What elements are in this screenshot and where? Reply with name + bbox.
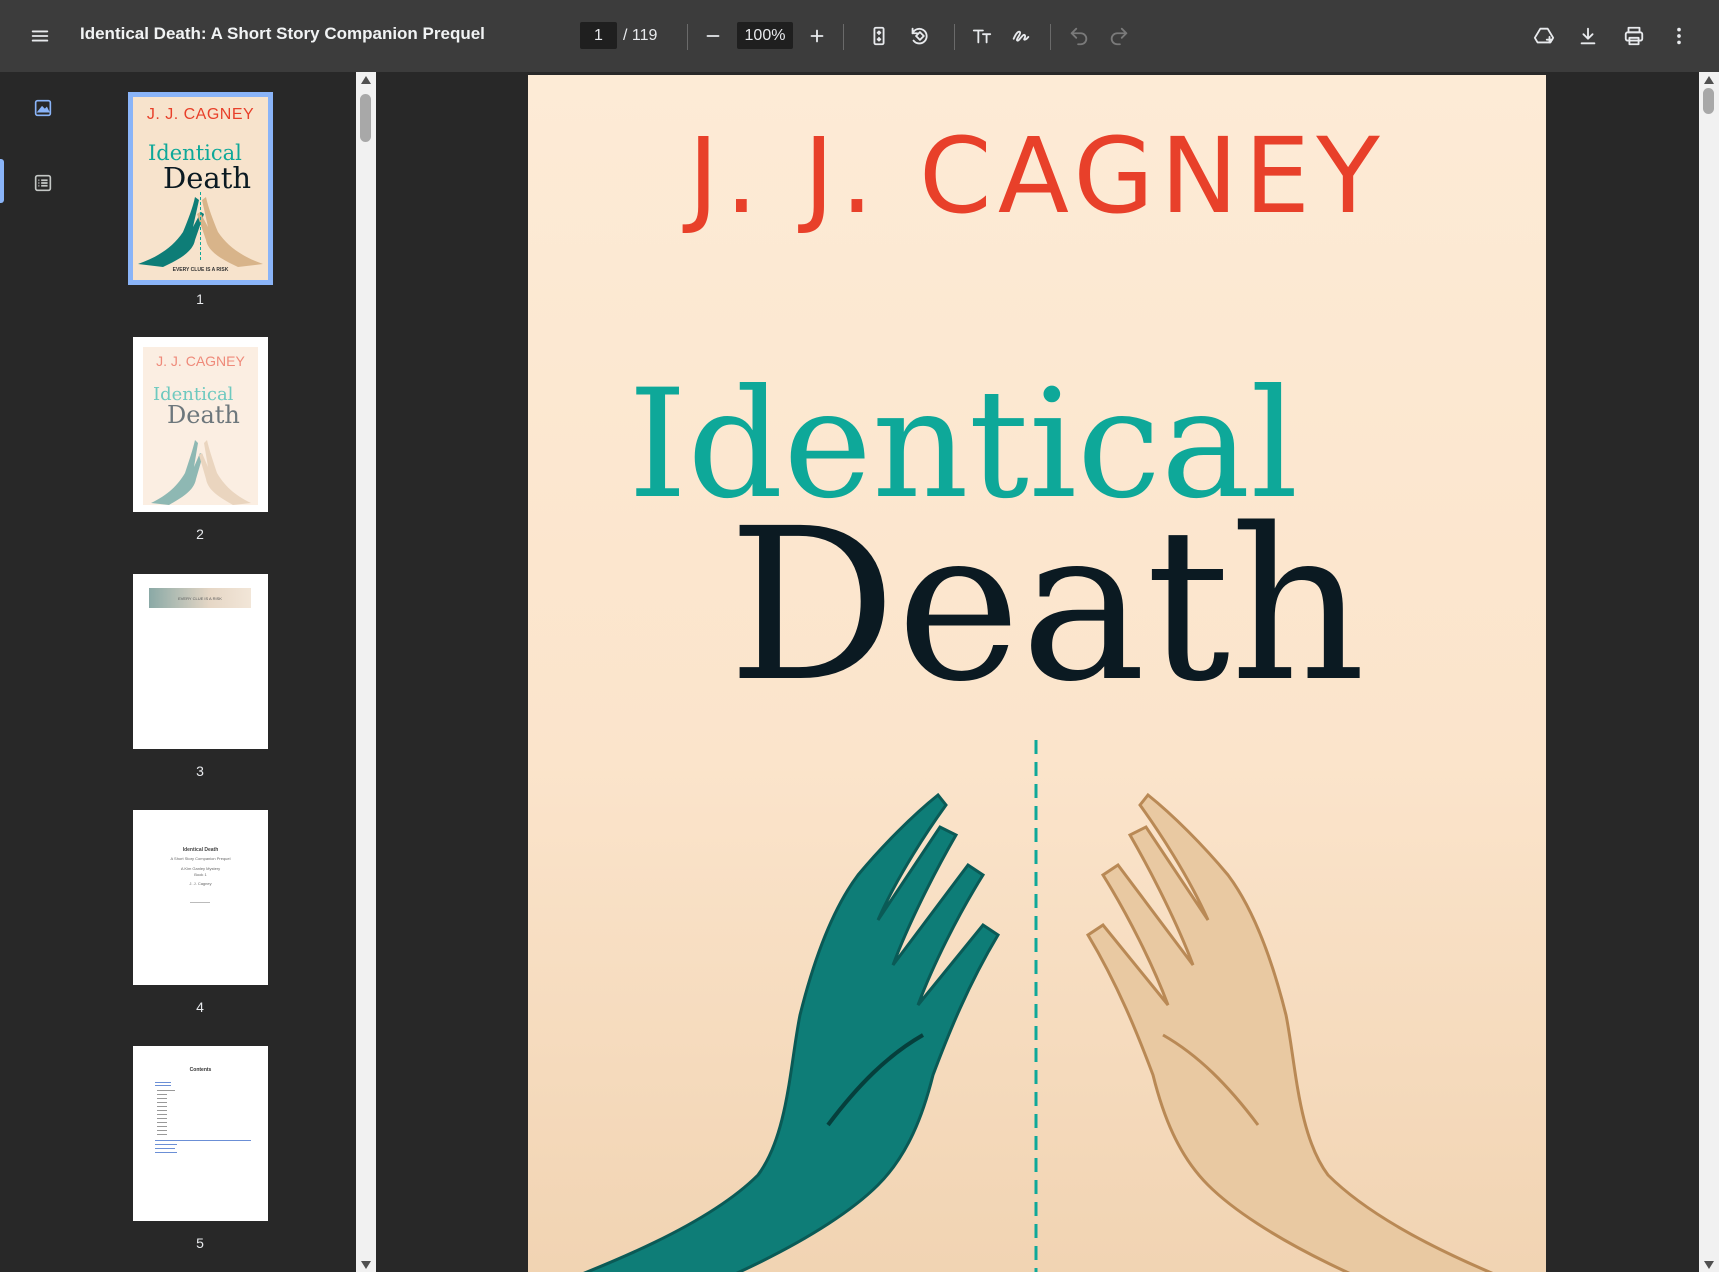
thumb-p4-title: Identical Death <box>182 847 219 853</box>
thumb-cover-author: J. J. CAGNEY <box>146 106 255 123</box>
toolbar-divider <box>1050 24 1051 50</box>
zoom-input[interactable]: 100% <box>737 22 793 49</box>
document-viewer: J. J. CAGNEY Identical Death <box>376 72 1699 1272</box>
thumb-cover-title-2: Death <box>163 161 252 195</box>
thumbnail-number: 3 <box>196 763 204 779</box>
thumbnail-page-5[interactable]: Contents <box>133 1046 268 1221</box>
download-icon[interactable] <box>1570 18 1606 54</box>
pdf-page-1: J. J. CAGNEY Identical Death <box>528 75 1546 1272</box>
thumbnail-scrollbar[interactable] <box>356 72 376 1272</box>
cover-author: J. J. CAGNEY <box>687 115 1387 237</box>
thumbnail-page-4[interactable]: Identical Death A Short Story Companion … <box>133 810 268 985</box>
hamburger-menu-icon[interactable] <box>22 18 58 54</box>
thumbnail-page-1[interactable]: J. J. CAGNEY Identical Death EVERY CLUE … <box>128 92 273 285</box>
thumb-p4-series: A Kim Ganley Mystery <box>180 866 221 871</box>
thumb-p5-title: Contents <box>189 1067 212 1073</box>
thumbnail-number: 2 <box>196 526 204 542</box>
scroll-down-arrow-icon[interactable] <box>361 1261 371 1269</box>
text-annotation-icon[interactable] <box>964 18 1000 54</box>
thumbnails-icon[interactable] <box>26 91 60 125</box>
thumb-cover-author: J. J. CAGNEY <box>156 353 245 369</box>
document-scrollbar[interactable] <box>1699 72 1719 1272</box>
thumb-p4-sub: A Short Story Companion Prequel <box>170 856 231 861</box>
thumb-hands-image <box>138 192 263 267</box>
thumb-hands-image <box>151 440 251 505</box>
thumbnail-page-3[interactable]: EVERY CLUE IS A RISK <box>133 574 268 749</box>
scroll-down-arrow-icon[interactable] <box>1704 1261 1714 1269</box>
thumb-p4-author: J. J. Cagney <box>189 881 212 886</box>
thumb-p4-book: Book 1 <box>194 872 207 877</box>
zoom-in-icon[interactable] <box>799 18 835 54</box>
more-vert-icon[interactable] <box>1661 18 1697 54</box>
rotate-icon[interactable] <box>901 18 937 54</box>
print-icon[interactable] <box>1616 18 1652 54</box>
toolbar-divider <box>687 24 688 50</box>
thumbnail-number: 5 <box>196 1235 204 1251</box>
toolbar-divider <box>954 24 955 50</box>
scroll-up-arrow-icon[interactable] <box>361 76 371 84</box>
draw-icon[interactable] <box>1003 18 1039 54</box>
thumb-cover-title-2: Death <box>167 401 240 429</box>
toolbar-divider <box>843 24 844 50</box>
page-number-input[interactable]: 1 <box>580 22 617 49</box>
document-scrollbar-thumb[interactable] <box>1703 88 1714 114</box>
cover-title-death: Death <box>728 483 1366 728</box>
thumbnail-scrollbar-thumb[interactable] <box>360 94 371 142</box>
pdf-toolbar: Identical Death: A Short Story Companion… <box>0 0 1719 72</box>
document-title: Identical Death: A Short Story Companion… <box>80 24 485 43</box>
thumbnail-number: 4 <box>196 999 204 1015</box>
active-view-indicator <box>0 159 4 203</box>
outline-icon[interactable] <box>26 166 60 200</box>
thumb-cover-tagline: EVERY CLUE IS A RISK <box>172 267 229 273</box>
redo-icon[interactable] <box>1101 18 1137 54</box>
scroll-up-arrow-icon[interactable] <box>1704 76 1714 84</box>
fit-page-icon[interactable] <box>861 18 897 54</box>
drive-save-icon[interactable] <box>1526 18 1562 54</box>
undo-icon[interactable] <box>1061 18 1097 54</box>
cover-hands-illustration <box>583 740 1494 1272</box>
thumbnail-page-2[interactable]: J. J. CAGNEY Identical Death <box>133 337 268 512</box>
sidebar-nav-rail <box>0 72 84 1272</box>
thumb-tagline: EVERY CLUE IS A RISK <box>178 596 222 601</box>
page-total: / 119 <box>623 27 658 44</box>
zoom-out-icon[interactable] <box>695 18 731 54</box>
thumbnail-panel: J. J. CAGNEY Identical Death EVERY CLUE … <box>84 72 356 1272</box>
thumbnail-number: 1 <box>196 291 204 307</box>
